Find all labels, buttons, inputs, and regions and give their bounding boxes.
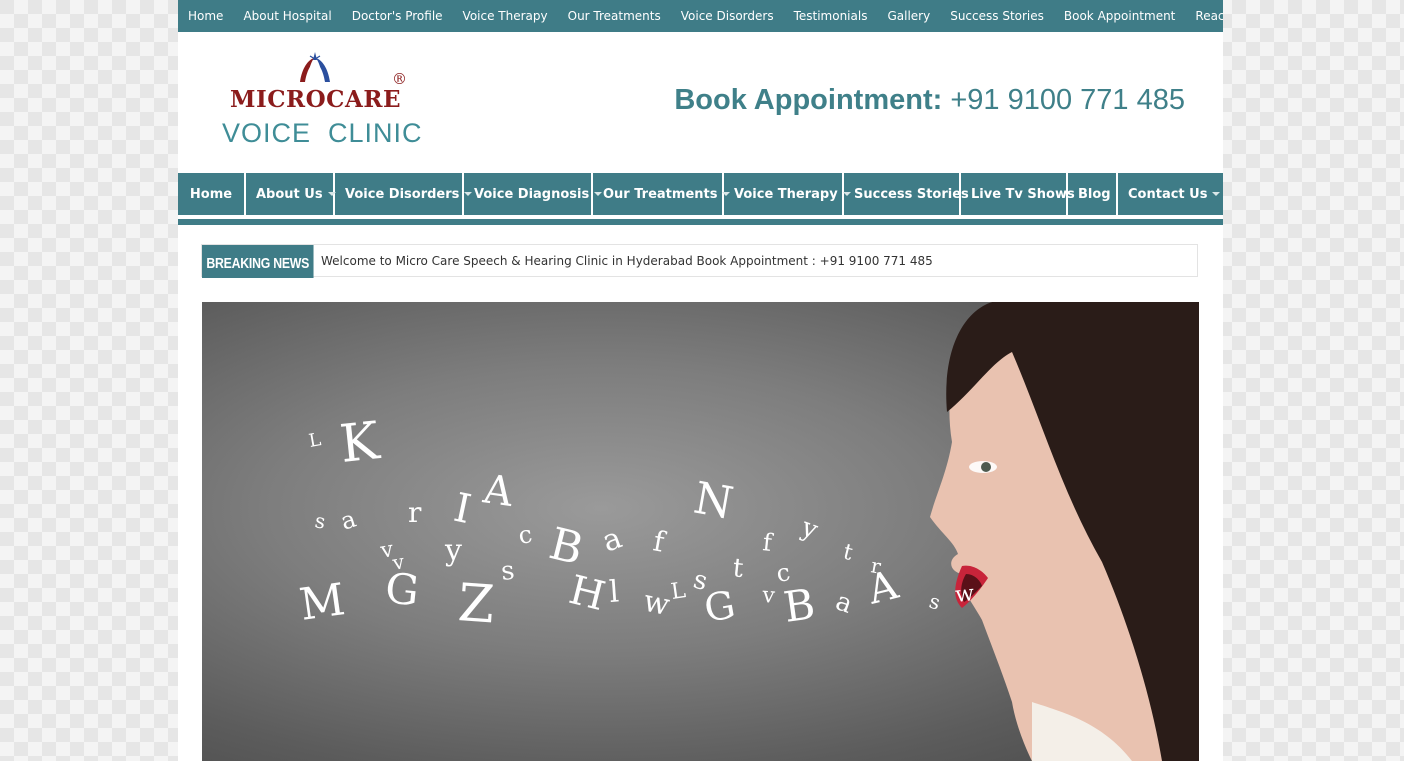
hero-letter: I — [450, 485, 475, 533]
hero-letter: y — [797, 512, 822, 546]
nav-our-treatments-label: Our Treatments — [603, 186, 718, 202]
book-appointment-phone: Book Appointment: +91 9100 771 485 — [674, 84, 1185, 117]
nav-voice-diagnosis[interactable]: Voice Diagnosis — [464, 173, 603, 215]
nav-divider — [178, 219, 1223, 225]
breaking-news-text[interactable]: Welcome to Micro Care Speech & Hearing C… — [321, 245, 933, 278]
top-nav-voice-therapy[interactable]: Voice Therapy — [453, 9, 558, 23]
hero-letter: N — [690, 473, 737, 530]
nav-home[interactable]: Home — [178, 173, 246, 215]
hero-letter: L — [669, 578, 687, 605]
nav-about-us[interactable]: About Us — [246, 173, 336, 215]
hero-letter: w — [640, 584, 673, 624]
nav-voice-disorders[interactable]: Voice Disorders — [335, 173, 473, 215]
nav-success-stories[interactable]: Success Stories — [844, 173, 969, 215]
top-nav-doctors-profile[interactable]: Doctor's Profile — [342, 9, 453, 23]
nav-live-tv-shows[interactable]: Live Tv Shows — [961, 173, 1075, 215]
nav-contact-us[interactable]: Contact Us — [1118, 173, 1223, 215]
hero-letter: M — [296, 574, 348, 631]
hero-letter: A — [862, 562, 903, 614]
hero-letter: B — [544, 518, 588, 575]
nav-blog-label: Blog — [1078, 186, 1111, 202]
nav-voice-therapy-label: Voice Therapy — [734, 186, 838, 202]
top-nav-voice-disorders[interactable]: Voice Disorders — [671, 9, 784, 23]
hero-letter: Z — [456, 573, 496, 635]
hero-letter: y — [444, 533, 462, 568]
breaking-news-label: BREAKING NEWS — [202, 245, 314, 278]
hero-letter: f — [761, 528, 775, 557]
hero-letter: A — [480, 466, 517, 516]
hero-letter: t — [731, 553, 745, 584]
book-appointment-label: Book Appointment: — [674, 84, 943, 116]
hero-letter: t — [841, 540, 856, 566]
logo-subtitle: VOICE CLINIC — [222, 118, 423, 148]
top-nav-success-stories[interactable]: Success Stories — [940, 9, 1054, 23]
top-nav: Home About Hospital Doctor's Profile Voi… — [178, 0, 1223, 32]
top-nav-reach-us[interactable]: Reach Us — [1185, 9, 1223, 23]
nav-voice-therapy[interactable]: Voice Therapy — [724, 173, 851, 215]
hero-letter: a — [832, 586, 857, 619]
top-nav-our-treatments[interactable]: Our Treatments — [558, 9, 671, 23]
hero-letter: G — [701, 582, 739, 631]
nav-about-us-label: About Us — [256, 186, 323, 202]
top-nav-book-appointment[interactable]: Book Appointment — [1054, 9, 1186, 23]
hero-letter: s — [313, 508, 327, 533]
nav-voice-diagnosis-label: Voice Diagnosis — [474, 186, 590, 202]
hero-letter: w — [954, 581, 976, 608]
site-logo[interactable]: ® MICROCARE VOICE CLINIC — [218, 48, 428, 158]
nav-our-treatments[interactable]: Our Treatments — [593, 173, 731, 215]
main-nav: Home About Us Voice Disorders Voice Diag… — [178, 173, 1223, 215]
logo-emblem-icon — [300, 52, 330, 82]
hero-letter: a — [598, 520, 627, 559]
logo-name: MICROCARE — [230, 86, 401, 113]
nav-blog[interactable]: Blog — [1068, 173, 1118, 215]
hero-letter: B — [781, 579, 818, 632]
nav-success-stories-label: Success Stories — [854, 186, 969, 202]
nav-live-tv-shows-label: Live Tv Shows — [971, 186, 1075, 202]
nav-home-label: Home — [189, 186, 233, 202]
caret-down-icon — [1212, 192, 1221, 196]
hero-slider-image: LKAIrasNcBafyfvytrvMGZsHlwLstcGvBaAsw — [202, 302, 1199, 761]
nav-voice-disorders-label: Voice Disorders — [345, 186, 460, 202]
nav-contact-us-label: Contact Us — [1128, 186, 1208, 202]
phone-number[interactable]: +91 9100 771 485 — [950, 84, 1185, 116]
hero-letter: G — [383, 563, 422, 615]
hero-letter: v — [761, 583, 777, 609]
hero-letter: L — [307, 429, 322, 452]
hero-letter: c — [516, 520, 534, 550]
hero-letter: s — [500, 556, 516, 587]
hero-letter: K — [337, 411, 383, 475]
hero-letter: f — [651, 524, 670, 559]
hero-letter: r — [408, 496, 422, 529]
hero-letter: l — [608, 574, 620, 610]
hero-letter: s — [927, 589, 943, 615]
top-nav-about-hospital[interactable]: About Hospital — [233, 9, 341, 23]
hero-illustration: L KAIras Nc Ba f yfv y t rvM G Zs Hl wL s t cG v Ba As w — [296, 302, 1199, 761]
top-nav-gallery[interactable]: Gallery — [877, 9, 940, 23]
page-container: Home About Hospital Doctor's Profile Voi… — [178, 0, 1223, 761]
top-nav-testimonials[interactable]: Testimonials — [784, 9, 878, 23]
top-nav-home[interactable]: Home — [178, 9, 233, 23]
hero-letter: a — [337, 505, 359, 536]
hero-letter: H — [565, 567, 610, 620]
breaking-news-ticker: BREAKING NEWS Welcome to Micro Care Spee… — [201, 244, 1198, 278]
